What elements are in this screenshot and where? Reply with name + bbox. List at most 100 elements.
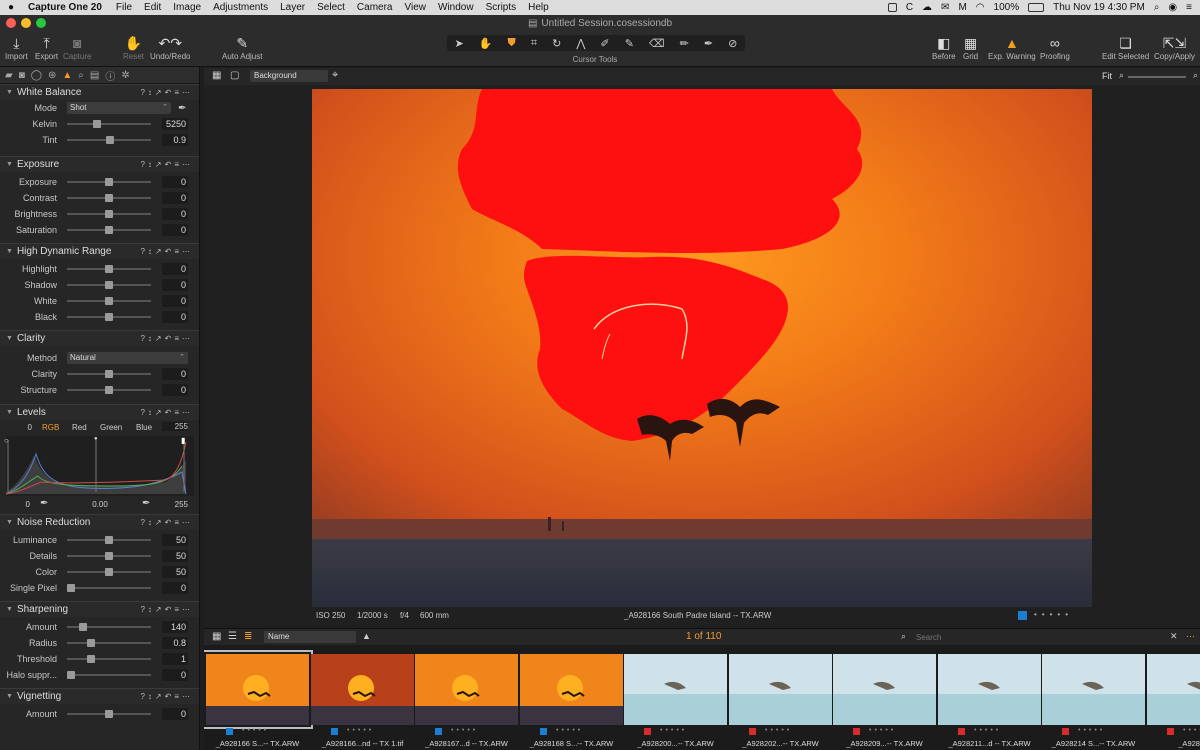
user-avatar-icon[interactable]: ◉ [1168, 2, 1177, 13]
single-pixel-knob[interactable] [67, 584, 75, 592]
levels-high-handle[interactable]: ▮ [181, 436, 185, 445]
white-value[interactable]: 0 [162, 295, 188, 307]
thumbnail-color-tag[interactable] [226, 728, 233, 735]
reset-button[interactable]: ✋ Reset [123, 34, 144, 61]
levels-low-handle[interactable]: ○ [4, 436, 9, 445]
halo-slider[interactable] [67, 671, 151, 679]
thumbnail-color-tag[interactable] [958, 728, 965, 735]
status-cloud-icon[interactable]: ☁ [922, 2, 932, 13]
tint-slider[interactable] [67, 136, 151, 144]
menu-scripts[interactable]: Scripts [480, 2, 523, 13]
edit-selected-button[interactable]: ❏ Edit Selected [1102, 34, 1149, 61]
luminance-knob[interactable] [105, 536, 113, 544]
white-knob[interactable] [105, 297, 113, 305]
apple-icon[interactable]: ● [0, 2, 22, 13]
black-point-picker-icon[interactable]: ✒ [40, 498, 48, 509]
levels-input-low[interactable]: 0 [10, 423, 32, 432]
select-cursor-icon[interactable]: ➤ [455, 37, 464, 50]
library-tab-icon[interactable]: ▰ [5, 70, 13, 81]
eraser-icon[interactable]: ⌫ [649, 37, 665, 50]
thumbnail[interactable] [938, 654, 1041, 725]
status-m-icon[interactable]: M [958, 2, 966, 13]
thumbnail-star-rating[interactable]: ••••• [974, 727, 1001, 734]
levels-header[interactable]: ▼ Levels ?↕↗↶≡⋯ [0, 404, 199, 420]
browser-options-icon[interactable]: ⋯ [1186, 631, 1195, 642]
control-center-icon[interactable]: ≡ [1186, 2, 1192, 13]
sharp-amount-value[interactable]: 140 [162, 621, 188, 633]
vignette-amount-slider[interactable] [67, 710, 151, 718]
menu-file[interactable]: File [110, 2, 138, 13]
clarity-slider[interactable] [67, 370, 151, 378]
luminance-slider[interactable] [67, 536, 151, 544]
rotate-icon[interactable]: ↻ [552, 37, 561, 50]
search-icon[interactable]: ⌕ [901, 631, 906, 642]
multi-view-icon[interactable]: ▦ [212, 70, 221, 81]
noise-reduction-header[interactable]: ▼ Noise Reduction ?↕↗↶≡⋯ [0, 514, 199, 530]
menu-select[interactable]: Select [311, 2, 351, 13]
halo-value[interactable]: 0 [162, 669, 188, 681]
menu-camera[interactable]: Camera [351, 2, 399, 13]
panel-tool-icons[interactable]: ?↕↗↶≡⋯ [140, 334, 199, 343]
single-pixel-slider[interactable] [67, 584, 151, 592]
thumbnail-star-rating[interactable]: ••••• [869, 727, 896, 734]
settings-tab-icon[interactable]: ✲ [121, 70, 129, 81]
panel-tool-icons[interactable]: ?↕↗↶≡⋯ [140, 605, 199, 614]
luminance-value[interactable]: 50 [162, 534, 188, 546]
auto-adjust-button[interactable]: ✎ Auto Adjust [222, 34, 262, 61]
capture-tab-icon[interactable]: ◙ [19, 70, 25, 81]
zoom-in-icon[interactable]: ⌕ [1193, 70, 1198, 81]
hdr-header[interactable]: ▼ High Dynamic Range ?↕↗↶≡⋯ [0, 243, 199, 259]
threshold-knob[interactable] [87, 655, 95, 663]
before-button[interactable]: ◧ Before [932, 34, 956, 61]
structure-knob[interactable] [105, 386, 113, 394]
clear-search-icon[interactable]: ✕ [1170, 631, 1178, 642]
wb-mode-select[interactable]: Shot [67, 102, 171, 114]
thumbnail-star-rating[interactable]: ••••• [765, 727, 792, 734]
levels-tab-rgb[interactable]: RGB [42, 423, 59, 432]
shadow-knob[interactable] [105, 281, 113, 289]
menu-adjustments[interactable]: Adjustments [207, 2, 274, 13]
levels-midtone-value[interactable]: 0.00 [88, 500, 112, 509]
wb-picker-icon[interactable]: ✒ [178, 103, 186, 114]
thumbnail-star-rating[interactable]: ••••• [242, 727, 269, 734]
contrast-knob[interactable] [105, 194, 113, 202]
capture-button[interactable]: ◙ Capture [63, 34, 91, 61]
menu-window[interactable]: Window [432, 2, 480, 13]
brightness-knob[interactable] [105, 210, 113, 218]
import-button[interactable]: ⤓ Import [5, 34, 28, 61]
levels-tab-red[interactable]: Red [72, 423, 87, 432]
filmstrip-view-icon[interactable]: ≣ [244, 631, 252, 642]
menubar-clock[interactable]: Thu Nov 19 4:30 PM [1053, 2, 1145, 13]
zoom-fit[interactable]: Fit [1102, 71, 1112, 81]
gradient-icon[interactable]: ✒ [704, 37, 713, 50]
panel-tool-icons[interactable]: ?↕↗↶≡⋯ [140, 160, 199, 169]
search-input[interactable] [916, 631, 1166, 644]
saturation-knob[interactable] [105, 226, 113, 234]
levels-histogram[interactable]: ○ ▮ ● [4, 436, 194, 496]
panel-tool-icons[interactable]: ?↕↗↶≡⋯ [140, 408, 199, 417]
thumbnail-color-tag[interactable] [1167, 728, 1174, 735]
radius-knob[interactable] [87, 639, 95, 647]
exposure-header[interactable]: ▼ Exposure ?↕↗↶≡⋯ [0, 156, 199, 172]
panel-tool-icons[interactable]: ?↕↗↶≡⋯ [140, 247, 199, 256]
highlight-knob[interactable] [105, 265, 113, 273]
menu-edit[interactable]: Edit [138, 2, 167, 13]
menu-image[interactable]: Image [167, 2, 207, 13]
exposure-knob[interactable] [105, 178, 113, 186]
thumbnail-color-tag[interactable] [1062, 728, 1069, 735]
radius-value[interactable]: 0.8 [162, 637, 188, 649]
thumbnail-color-tag[interactable] [644, 728, 651, 735]
thumbnail-color-tag[interactable] [749, 728, 756, 735]
black-value[interactable]: 0 [162, 311, 188, 323]
halo-knob[interactable] [67, 671, 75, 679]
panel-tool-icons[interactable]: ?↕↗↶≡⋯ [140, 88, 199, 97]
thumbnail[interactable] [415, 654, 518, 725]
thumbnail[interactable] [311, 654, 414, 725]
exposure-slider[interactable] [67, 178, 151, 186]
list-view-icon[interactable]: ☰ [228, 631, 237, 642]
exposure-value[interactable]: 0 [162, 176, 188, 188]
background-select[interactable]: Background [250, 70, 328, 82]
levels-output-low[interactable]: 0 [10, 500, 30, 509]
spot-removal-icon[interactable]: ✐ [600, 37, 609, 50]
details-value[interactable]: 50 [162, 550, 188, 562]
